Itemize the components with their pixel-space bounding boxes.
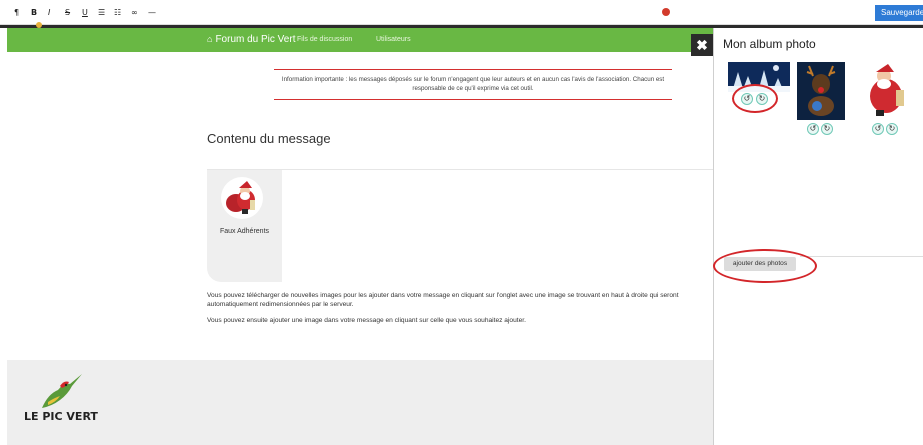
paragraph-icon[interactable]: ¶	[14, 8, 19, 18]
underline-icon[interactable]: U	[82, 8, 88, 18]
rotate-right-icon[interactable]: ↻	[886, 123, 898, 135]
rotate-left-icon[interactable]: ↺	[872, 123, 884, 135]
user-avatar-icon	[662, 8, 670, 16]
highlight-add-photos	[713, 249, 817, 283]
album-photo-reindeer[interactable]	[797, 62, 845, 120]
numbered-list-icon[interactable]: ☷	[114, 8, 121, 18]
horizontal-rule-icon[interactable]: —	[148, 8, 156, 18]
editor-toolbar: ¶ B I S U ☰ ☷ ∞ — Sauvegarder	[0, 0, 923, 25]
help-text-insert: Vous pouvez ensuite ajouter une image da…	[207, 317, 526, 324]
album-title: Mon album photo	[723, 37, 816, 51]
page-title: Contenu du message	[207, 131, 331, 146]
nav-link-threads[interactable]: Fils de discussion	[297, 36, 352, 43]
forum-brand-label: Forum du Pic Vert	[215, 34, 296, 45]
bullet-list-icon[interactable]: ☰	[98, 8, 105, 18]
help-text-upload-line-2: automatiquement redimensionnées par le s…	[207, 301, 354, 308]
save-button[interactable]: Sauvegarder	[875, 5, 923, 21]
page: ¶ B I S U ☰ ☷ ∞ — Sauvegarder ⌂ Forum du …	[0, 0, 923, 445]
user-menu[interactable]: Faux	[662, 8, 688, 17]
user-name: Faux	[672, 10, 688, 17]
footer	[7, 360, 713, 445]
help-text-upload-line-1: Vous pouvez télécharger de nouvelles ima…	[207, 292, 679, 299]
strikethrough-icon[interactable]: S	[65, 8, 70, 18]
album-photo-santa[interactable]	[862, 62, 912, 118]
message-card-border	[207, 169, 713, 170]
close-album-button[interactable]: ✖	[691, 34, 713, 56]
album-divider	[800, 256, 923, 257]
help-text-upload: Vous pouvez télécharger de nouvelles ima…	[207, 291, 713, 309]
highlight-rotate-controls	[732, 84, 778, 113]
footer-logo-text: LE PIC VERT	[24, 410, 98, 423]
nav-link-users[interactable]: Utilisateurs	[376, 36, 411, 43]
link-icon[interactable]: ∞	[131, 8, 138, 18]
top-navigation: ⌂ Forum du Pic Vert Fils de discussion Ut…	[7, 28, 713, 52]
bold-icon[interactable]: B	[31, 8, 37, 18]
italic-icon[interactable]: I	[48, 8, 50, 18]
important-info-banner: Information importante : les messages dé…	[274, 69, 672, 100]
author-name: Faux Adhérents	[219, 228, 270, 235]
home-icon: ⌂	[207, 34, 213, 44]
author-avatar	[221, 177, 263, 219]
woodpecker-logo-icon	[42, 374, 82, 408]
rotate-right-icon[interactable]: ↻	[821, 123, 833, 135]
rotate-left-icon[interactable]: ↺	[807, 123, 819, 135]
forum-home-link[interactable]: ⌂ Forum du Pic Vert	[207, 34, 295, 45]
